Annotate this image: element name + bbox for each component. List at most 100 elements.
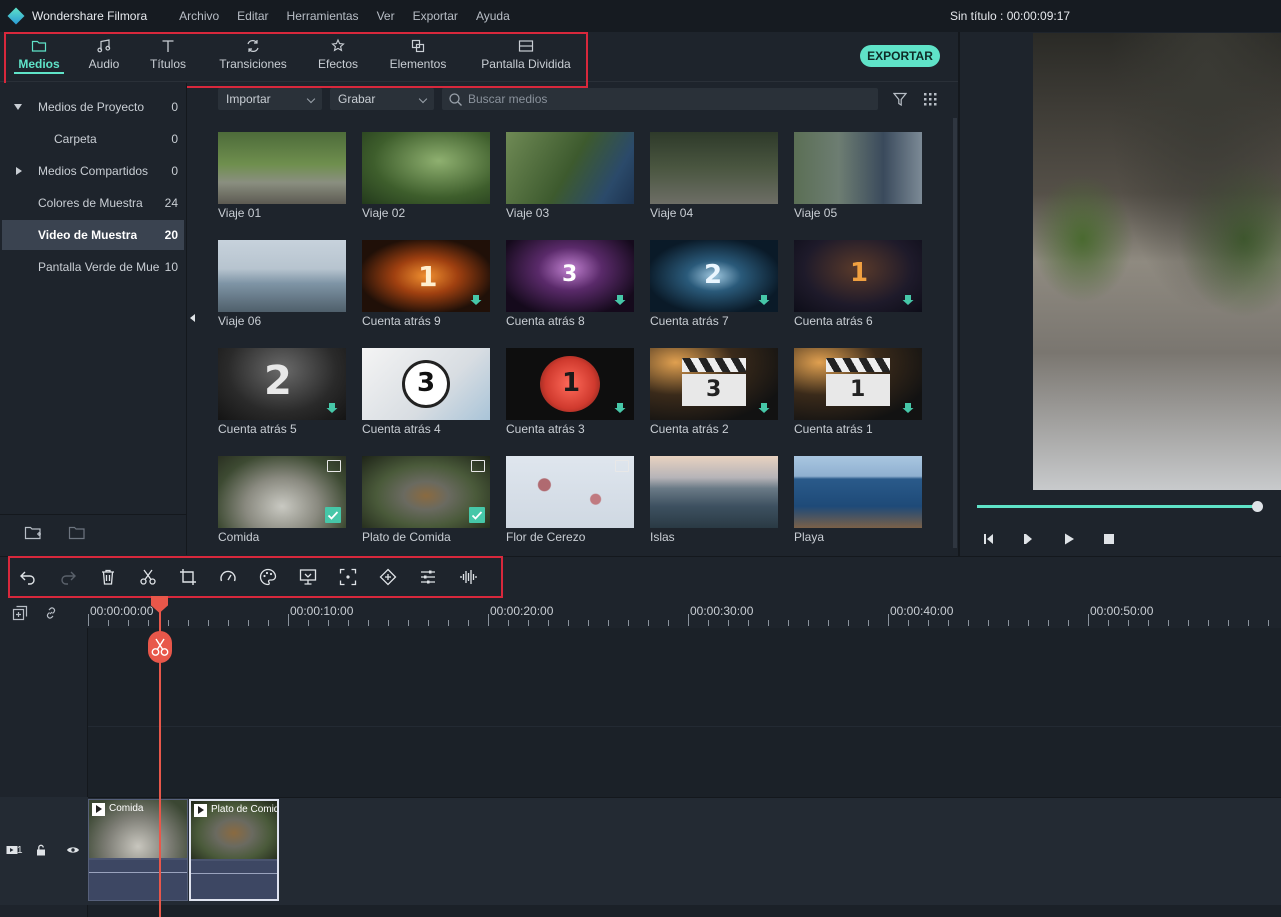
tab-pantalla-dividida[interactable]: Pantalla Dividida <box>478 32 574 82</box>
thumbnail <box>362 456 490 528</box>
tab-medios[interactable]: Medios <box>14 32 64 82</box>
lock-icon[interactable] <box>36 844 46 856</box>
redo-icon[interactable] <box>59 568 77 586</box>
download-icon[interactable] <box>470 294 482 306</box>
undo-icon[interactable] <box>19 568 37 586</box>
menu-exportar[interactable]: Exportar <box>413 9 458 23</box>
sidebar-item-medios-compartidos[interactable]: Medios Compartidos 0 <box>0 156 184 186</box>
menu-ayuda[interactable]: Ayuda <box>476 9 510 23</box>
download-icon[interactable] <box>758 294 770 306</box>
add-track-icon[interactable] <box>12 605 28 621</box>
previous-frame-icon[interactable] <box>982 532 996 546</box>
media-item[interactable]: Flor de Cerezo <box>506 442 634 550</box>
panel-divider <box>958 32 960 556</box>
crop-icon[interactable] <box>179 568 197 586</box>
sidebar-item-video-muestra[interactable]: Video de Muestra 20 <box>2 220 184 250</box>
record-dropdown[interactable]: Grabar <box>330 88 434 110</box>
media-item[interactable]: 3 Cuenta atrás 2 <box>650 334 778 442</box>
sidebar-item-medios-proyecto[interactable]: Medios de Proyecto 0 <box>0 92 184 122</box>
split-at-playhead-button[interactable] <box>148 631 172 663</box>
speed-icon[interactable] <box>219 568 237 586</box>
menu-ver[interactable]: Ver <box>377 9 395 23</box>
auto-reframe-icon[interactable] <box>339 568 357 586</box>
media-item[interactable]: Viaje 04 <box>650 118 778 226</box>
media-item[interactable]: Viaje 03 <box>506 118 634 226</box>
thumbnail <box>218 240 346 312</box>
tab-transiciones[interactable]: Transiciones <box>214 32 292 82</box>
delete-icon[interactable] <box>99 568 117 586</box>
timeline-ruler[interactable]: 00:00:00:00 00:00:10:00 00:00:20:00 00:0… <box>88 598 1281 628</box>
cut-icon[interactable] <box>139 568 157 586</box>
tab-label: Transiciones <box>219 57 287 71</box>
menu-editar[interactable]: Editar <box>237 9 268 23</box>
sidebar-item-pantalla-verde[interactable]: Pantalla Verde de Muestra 10 <box>0 252 184 282</box>
media-item[interactable]: Plato de Comida <box>362 442 490 550</box>
music-note-icon <box>97 39 111 53</box>
timeline-clip-selected[interactable]: Plato de Comida <box>189 799 279 901</box>
media-scrollbar[interactable] <box>953 118 957 548</box>
media-item[interactable]: 1 Cuenta atrás 6 <box>794 226 922 334</box>
sidebar-item-colores-muestra[interactable]: Colores de Muestra 24 <box>0 188 184 218</box>
thumbnail <box>794 456 922 528</box>
download-icon[interactable] <box>614 402 626 414</box>
media-item[interactable]: Viaje 02 <box>362 118 490 226</box>
audio-waveform-icon[interactable] <box>459 568 477 586</box>
media-item[interactable]: Islas <box>650 442 778 550</box>
visibility-eye-icon[interactable] <box>66 845 80 855</box>
color-palette-icon[interactable] <box>259 568 277 586</box>
timeline-clip[interactable]: Comida <box>88 799 188 901</box>
download-icon[interactable] <box>326 402 338 414</box>
import-dropdown[interactable]: Importar <box>218 88 322 110</box>
clip-audio <box>191 861 277 899</box>
sidebar-item-carpeta[interactable]: Carpeta 0 <box>0 124 184 154</box>
menu-herramientas[interactable]: Herramientas <box>287 9 359 23</box>
tab-efectos[interactable]: Efectos <box>312 32 364 82</box>
media-item[interactable]: 3 Cuenta atrás 4 <box>362 334 490 442</box>
search-media-input[interactable] <box>442 88 878 110</box>
menu-archivo[interactable]: Archivo <box>179 9 219 23</box>
link-icon[interactable] <box>43 605 59 621</box>
tab-label: Medios <box>18 57 60 71</box>
download-icon[interactable] <box>902 294 914 306</box>
media-item[interactable]: 2 Cuenta atrás 7 <box>650 226 778 334</box>
grid-view-icon[interactable] <box>924 93 937 106</box>
media-item[interactable]: 1 Cuenta atrás 3 <box>506 334 634 442</box>
media-item[interactable]: 3 Cuenta atrás 8 <box>506 226 634 334</box>
playback-progress-bar[interactable] <box>977 505 1258 508</box>
folder-up-icon[interactable] <box>68 525 86 541</box>
new-folder-icon[interactable] <box>24 525 42 541</box>
media-item[interactable]: Playa <box>794 442 922 550</box>
media-item[interactable]: 1 Cuenta atrás 9 <box>362 226 490 334</box>
collapse-sidebar-icon[interactable] <box>189 313 197 323</box>
thumbnail: 2 <box>218 348 346 420</box>
title-bar: Wondershare Filmora Archivo Editar Herra… <box>0 0 1281 32</box>
tab-audio[interactable]: Audio <box>82 32 126 82</box>
media-library-sidebar: Medios de Proyecto 0 Carpeta 0 Medios Co… <box>0 83 195 555</box>
media-toolbar: Importar Grabar <box>202 86 958 112</box>
stop-icon[interactable] <box>1102 532 1116 546</box>
play-icon[interactable] <box>1062 532 1076 546</box>
keyframe-icon[interactable] <box>379 568 397 586</box>
download-icon[interactable] <box>758 402 770 414</box>
filter-icon[interactable] <box>893 92 907 106</box>
green-screen-icon[interactable] <box>299 568 317 586</box>
menu-bar: Archivo Editar Herramientas Ver Exportar… <box>179 9 510 23</box>
tab-elementos[interactable]: Elementos <box>384 32 452 82</box>
media-item[interactable]: Viaje 01 <box>218 118 346 226</box>
download-icon[interactable] <box>902 402 914 414</box>
tab-label: Títulos <box>149 57 186 71</box>
media-item[interactable]: 2 Cuenta atrás 5 <box>218 334 346 442</box>
caret-right-icon <box>16 167 22 175</box>
filmora-logo-icon <box>7 7 25 25</box>
tab-titulos[interactable]: Títulos <box>144 32 192 82</box>
export-button[interactable]: EXPORTAR <box>860 45 940 67</box>
media-item[interactable]: Viaje 05 <box>794 118 922 226</box>
media-item[interactable]: Comida <box>218 442 346 550</box>
next-frame-icon[interactable] <box>1022 532 1036 546</box>
download-icon[interactable] <box>614 294 626 306</box>
media-item[interactable]: Viaje 06 <box>218 226 346 334</box>
adjust-icon[interactable] <box>419 568 437 586</box>
thumbnail: 1 <box>506 348 634 420</box>
media-item[interactable]: 1 Cuenta atrás 1 <box>794 334 922 442</box>
thumbnail: 3 <box>650 348 778 420</box>
